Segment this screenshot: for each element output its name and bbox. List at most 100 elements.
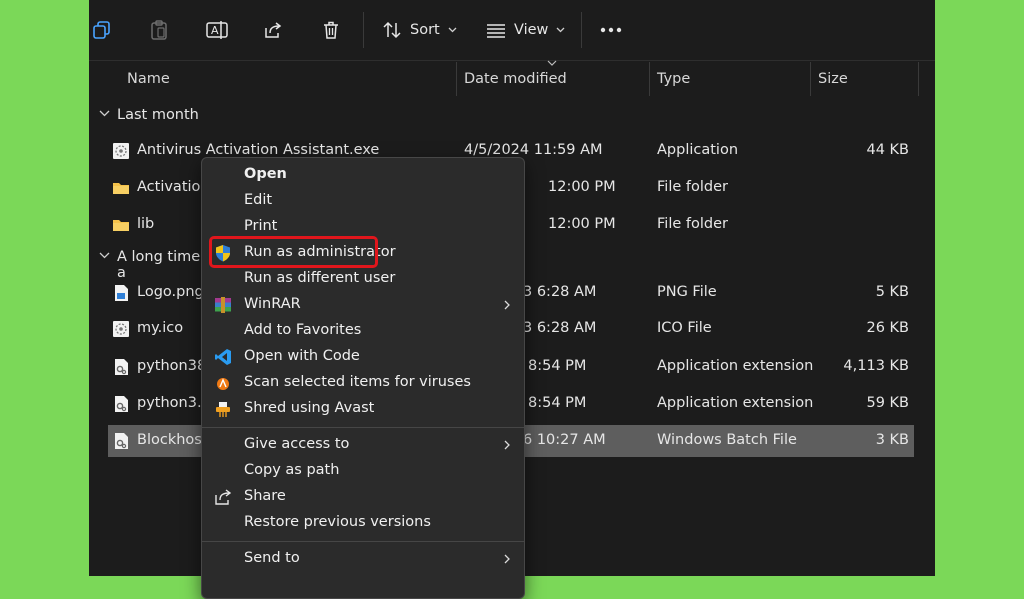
chevron-down-icon (99, 252, 110, 259)
share-button[interactable] (263, 18, 283, 42)
menu-item-copy-as-path[interactable]: Copy as path (202, 458, 524, 484)
column-date-modified[interactable]: Date modified (464, 71, 567, 87)
sort-button[interactable]: Sort (382, 18, 457, 42)
menu-item-label: WinRAR (244, 296, 301, 312)
file-size: 3 KB (875, 432, 909, 448)
exe-icon (113, 143, 129, 159)
column-divider[interactable] (918, 62, 919, 96)
file-name: lib (137, 216, 155, 232)
folder-icon (113, 183, 129, 194)
chevron-down-icon (556, 27, 565, 33)
menu-item-shred-avast[interactable]: Shred using Avast (202, 396, 524, 422)
copy-button[interactable] (92, 18, 112, 42)
menu-item-run-as-different-user[interactable]: Run as different user (202, 266, 524, 292)
share-icon (265, 22, 282, 38)
view-button[interactable]: View (486, 18, 565, 42)
menu-item-add-to-favorites[interactable]: Add to Favorites (202, 318, 524, 344)
file-type: File folder (657, 216, 728, 232)
menu-item-send-to[interactable]: Send to (202, 546, 524, 572)
menu-item-label: Scan selected items for viruses (244, 374, 471, 390)
file-type: Application (657, 142, 739, 158)
chevron-right-icon (504, 300, 510, 310)
file-name: my.ico (137, 320, 184, 336)
file-name: Activation (137, 179, 210, 195)
column-name[interactable]: Name (127, 71, 170, 87)
sort-label: Sort (410, 22, 440, 38)
menu-item-label: Give access to (244, 436, 350, 452)
menu-item-label: Restore previous versions (244, 514, 431, 530)
file-type: File folder (657, 179, 728, 195)
file-date: 12:00 PM (548, 179, 616, 195)
file-type: Application extension (657, 395, 814, 411)
column-size[interactable]: Size (818, 71, 848, 87)
ico-icon (113, 321, 129, 337)
sort-icon (383, 21, 401, 39)
file-type: ICO File (657, 320, 712, 336)
menu-item-label: Shred using Avast (244, 400, 375, 416)
sort-caret-icon (547, 60, 557, 66)
view-label: View (514, 22, 549, 38)
winrar-icon (215, 297, 231, 313)
menu-item-label: Print (244, 218, 278, 234)
file-size: 5 KB (875, 284, 909, 300)
group-header-long-time-ago[interactable]: A long time a (89, 244, 209, 281)
menu-item-label: Send to (244, 550, 300, 566)
share-icon (215, 489, 232, 505)
column-divider[interactable] (649, 62, 650, 96)
menu-item-open[interactable]: Open (202, 162, 524, 188)
column-divider[interactable] (456, 62, 457, 96)
trash-icon (324, 21, 338, 39)
file-date: 8:54 PM (528, 358, 587, 374)
file-date: 8:54 PM (528, 395, 587, 411)
file-type: PNG File (657, 284, 717, 300)
file-date: 4/5/2024 11:59 AM (464, 142, 603, 158)
file-name: python3.d (137, 395, 211, 411)
menu-item-share[interactable]: Share (202, 484, 524, 510)
menu-item-label: Open with Code (244, 348, 360, 364)
more-options-button[interactable] (600, 18, 622, 42)
view-list-icon (487, 24, 505, 38)
chevron-down-icon (99, 110, 110, 117)
file-date: 3 6:28 AM (523, 320, 597, 336)
dll-icon (115, 396, 128, 412)
column-header: Name Date modified Type Size (89, 60, 935, 96)
file-name: Antivirus Activation Assistant.exe (137, 142, 380, 158)
chevron-right-icon (504, 554, 510, 564)
file-date: 6 10:27 AM (523, 432, 606, 448)
menu-item-label: Copy as path (244, 462, 340, 478)
menu-item-label: Open (244, 166, 287, 182)
file-type: Application extension (657, 358, 814, 374)
shredder-icon (216, 402, 230, 417)
file-type: Windows Batch File (657, 432, 797, 448)
menu-item-edit[interactable]: Edit (202, 188, 524, 214)
svg-text:A: A (211, 24, 219, 37)
file-date: 12:00 PM (548, 216, 616, 232)
menu-separator (202, 427, 524, 428)
avast-icon (217, 378, 229, 390)
bat-icon (115, 433, 128, 449)
toolbar-separator (581, 12, 582, 48)
column-divider[interactable] (810, 62, 811, 96)
file-date: 3 6:28 AM (523, 284, 597, 300)
menu-item-winrar[interactable]: WinRAR (202, 292, 524, 318)
menu-item-give-access[interactable]: Give access to (202, 432, 524, 458)
menu-item-open-with-code[interactable]: Open with Code (202, 344, 524, 370)
file-name: python38. (137, 358, 211, 374)
delete-button[interactable] (321, 18, 341, 42)
group-label: Last month (117, 107, 199, 123)
rename-icon: A (206, 21, 228, 39)
chevron-down-icon (448, 27, 457, 33)
paste-icon (151, 20, 167, 40)
menu-item-restore-previous-versions[interactable]: Restore previous versions (202, 510, 524, 536)
paste-button[interactable] (149, 18, 169, 42)
menu-item-scan-viruses[interactable]: Scan selected items for viruses (202, 370, 524, 396)
chevron-right-icon (504, 440, 510, 450)
folder-icon (113, 220, 129, 231)
toolbar-separator (363, 12, 364, 48)
copy-icon (93, 21, 110, 39)
group-header-last-month[interactable]: Last month (89, 102, 389, 130)
file-size: 26 KB (866, 320, 909, 336)
vscode-icon (215, 349, 231, 365)
column-type[interactable]: Type (657, 71, 690, 87)
rename-button[interactable]: A (206, 18, 228, 42)
